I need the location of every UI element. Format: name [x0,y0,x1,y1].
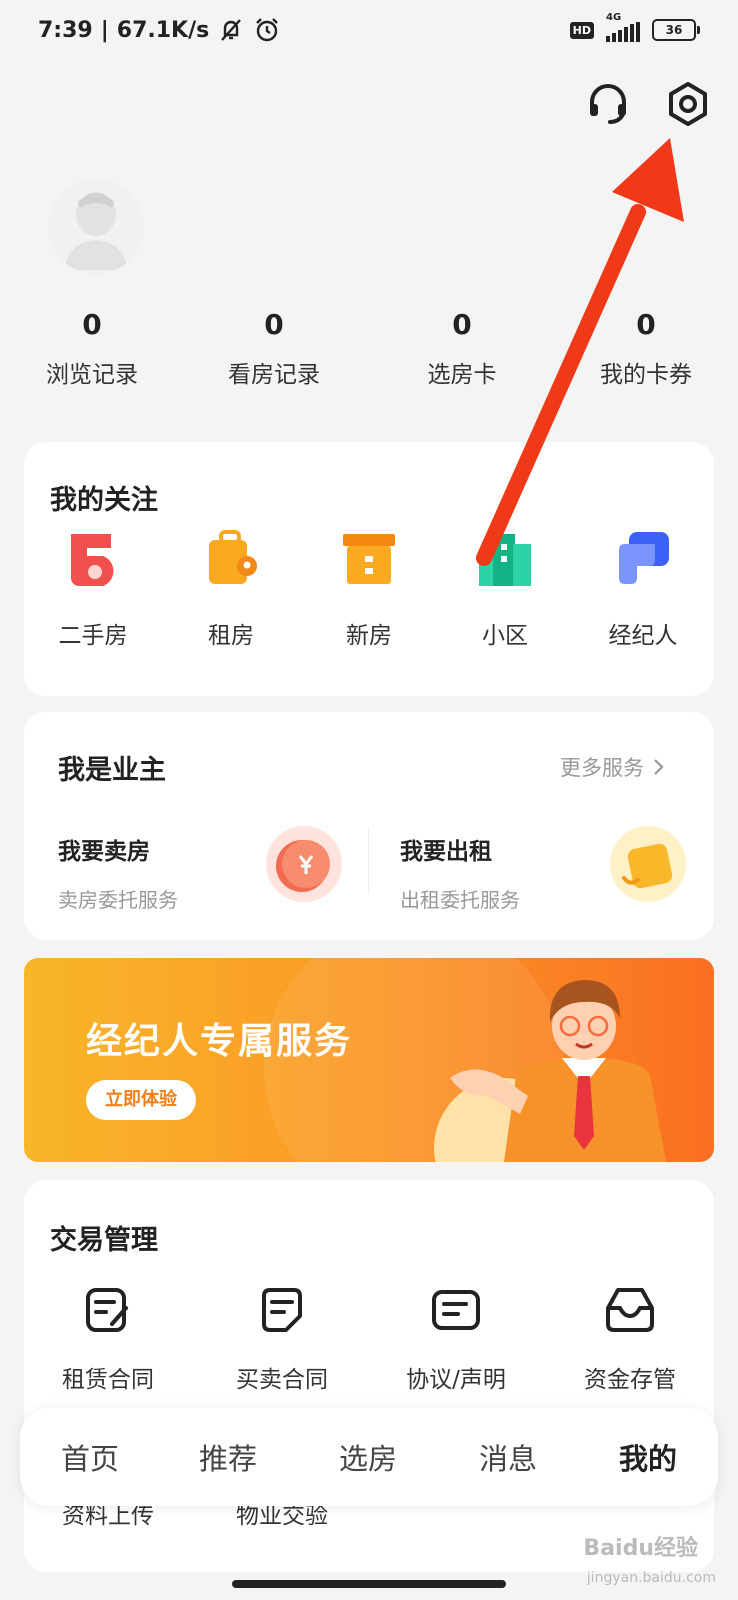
second-hand-house-icon [71,534,114,586]
stat-value: 0 [264,308,284,341]
banner-title: 经纪人专属服务 [86,1021,353,1062]
agent-service-banner[interactable]: 经纪人专属服务 立即体验 [24,958,714,1162]
trade-item-lease[interactable]: 租赁合同 [38,1284,178,1394]
follow-title: 我的关注 [50,485,158,516]
settings-icon[interactable] [664,80,712,128]
alarm-icon [256,18,279,42]
bottom-nav: 首页 推荐 选房 消息 我的 [20,1408,718,1506]
stat-label: 浏览记录 [46,362,138,388]
sell-subtitle: 卖房委托服务 [58,888,178,912]
status-bar-left: 7:39 | 67.1K/s [38,16,281,44]
headset-icon[interactable] [584,80,632,128]
trade-item-fund-custody[interactable]: 资金存管 [560,1284,700,1394]
more-services-link[interactable]: 更多服务 [560,752,666,782]
stat-viewing-history[interactable]: 0 看房记录 [204,308,344,389]
status-net-speed: 67.1K/s [116,17,210,43]
rent-title: 我要出租 [400,839,492,865]
status-bar-right: HD 4G 36 [569,12,700,42]
stat-label: 看房记录 [228,362,320,388]
nav-home[interactable]: 首页 [30,1436,150,1478]
trade-item-agreement[interactable]: 协议/声明 [386,1284,526,1394]
follow-item-second-hand[interactable]: 二手房 [38,530,148,650]
nav-mine[interactable]: 我的 [588,1436,708,1478]
new-house-box-icon [343,534,395,584]
battery-icon: 36 [652,19,700,41]
status-time: 7:39 [38,17,93,43]
hd-badge: HD [569,21,594,39]
stat-browse-history[interactable]: 0 浏览记录 [22,308,162,389]
rent-out-entry[interactable]: 我要出租 出租委托服务 [400,832,520,913]
home-indicator[interactable] [232,1580,506,1588]
watermark-brand: Baidu经验 [583,1536,698,1561]
nav-choose-house[interactable]: 选房 [308,1436,428,1478]
chevron-right-icon [654,759,664,775]
avatar[interactable] [48,178,144,274]
owner-title: 我是业主 [58,755,166,786]
lease-contract-icon [86,1288,128,1332]
mute-bell-icon [221,19,242,41]
nav-messages[interactable]: 消息 [448,1436,568,1478]
rent-suitcase-icon [209,530,257,584]
agent-character-illustration [450,980,666,1162]
trade-item-sale[interactable]: 买卖合同 [212,1284,352,1394]
agreement-icon [432,1290,480,1330]
sell-house-entry[interactable]: 我要卖房 卖房委托服务 [58,832,178,913]
fund-custody-icon [606,1288,654,1332]
trade-title: 交易管理 [50,1225,158,1256]
sell-coin-icon [266,826,342,902]
sell-title: 我要卖房 [58,839,150,865]
more-services-label: 更多服务 [560,756,644,780]
default-avatar-icon [48,178,144,274]
rent-key-box-icon [610,826,686,902]
nav-recommend[interactable]: 推荐 [168,1436,288,1478]
sale-contract-icon [262,1288,302,1332]
owner-divider [368,828,369,894]
annotation-arrow [476,138,684,566]
follow-item-rent[interactable]: 租房 [176,530,286,650]
banner-try-button[interactable]: 立即体验 [86,1080,196,1120]
stat-value: 0 [82,308,102,341]
rent-subtitle: 出租委托服务 [400,888,520,912]
signal-icon: 4G [606,12,640,42]
watermark-url: jingyan.baidu.com [586,1570,716,1586]
follow-item-new-house[interactable]: 新房 [314,530,424,650]
